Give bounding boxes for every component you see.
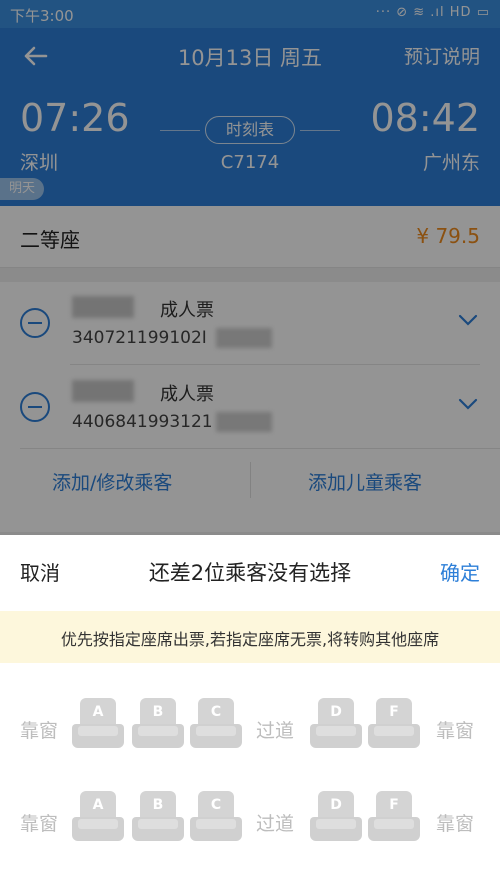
seat-icon xyxy=(190,817,242,841)
seat-b[interactable]: B xyxy=(132,698,184,750)
seat-f[interactable]: F xyxy=(368,791,420,843)
seat-icon xyxy=(132,724,184,748)
modal-backdrop[interactable] xyxy=(0,0,500,535)
window-label: 靠窗 xyxy=(20,720,59,742)
window-label: 靠窗 xyxy=(436,720,475,742)
seat-icon xyxy=(368,724,420,748)
notice-bar: 优先按指定座席出票,若指定座席无票,将转购其他座席 xyxy=(0,611,500,663)
seat-d[interactable]: D xyxy=(310,791,362,843)
sheet-title: 还差2位乘客没有选择 xyxy=(148,561,352,585)
seat-c[interactable]: C xyxy=(190,791,242,843)
seat-icon xyxy=(132,817,184,841)
seat-b[interactable]: B xyxy=(132,791,184,843)
seat-icon xyxy=(72,817,124,841)
seat-icon xyxy=(310,817,362,841)
window-label: 靠窗 xyxy=(20,813,59,835)
seat-c[interactable]: C xyxy=(190,698,242,750)
notice-text: 优先按指定座席出票,若指定座席无票,将转购其他座席 xyxy=(60,630,440,649)
seat-d[interactable]: D xyxy=(310,698,362,750)
aisle-label: 过道 xyxy=(256,720,295,742)
seat-a[interactable]: A xyxy=(72,791,124,843)
seat-icon xyxy=(72,724,124,748)
seat-icon xyxy=(190,724,242,748)
aisle-label: 过道 xyxy=(256,813,295,835)
seat-row: 靠窗 A B C 过道 D F 靠窗 xyxy=(0,698,500,758)
seat-icon xyxy=(310,724,362,748)
seat-selection-sheet: 取消 还差2位乘客没有选择 确定 优先按指定座席出票,若指定座席无票,将转购其他… xyxy=(0,535,500,888)
seat-row: 靠窗 A B C 过道 D F 靠窗 xyxy=(0,791,500,851)
seat-f[interactable]: F xyxy=(368,698,420,750)
confirm-button[interactable]: 确定 xyxy=(440,557,480,586)
window-label: 靠窗 xyxy=(436,813,475,835)
seat-a[interactable]: A xyxy=(72,698,124,750)
seat-icon xyxy=(368,817,420,841)
